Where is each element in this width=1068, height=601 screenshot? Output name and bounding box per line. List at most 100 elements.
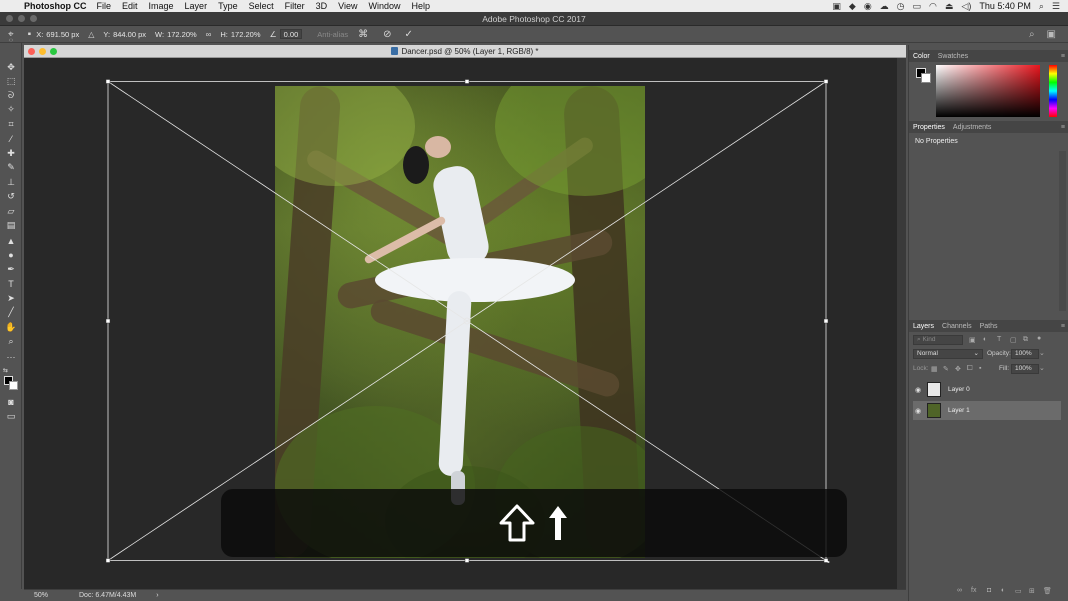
menu-image[interactable]: Image: [149, 1, 174, 11]
warp-mode-icon[interactable]: ⌘: [358, 29, 368, 40]
cancel-transform-icon[interactable]: ⊘: [383, 29, 391, 40]
angle-value-field[interactable]: 0.00: [279, 29, 303, 39]
app-menu[interactable]: Photoshop CC: [24, 1, 87, 11]
filter-pixel-icon[interactable]: ▣: [969, 336, 976, 344]
zoom-tool-icon[interactable]: ⌕: [3, 335, 19, 348]
fill-slider-icon[interactable]: ⌄: [1039, 364, 1045, 372]
new-group-icon[interactable]: ▭: [1015, 587, 1022, 595]
tab-channels[interactable]: Channels: [942, 323, 972, 330]
pen-tool-icon[interactable]: ✒: [3, 263, 19, 276]
tab-paths[interactable]: Paths: [980, 323, 998, 330]
status-menu-arrow[interactable]: ›: [156, 592, 158, 599]
layer-row-layer-0[interactable]: ◉ Layer 0: [913, 380, 1061, 399]
marquee-tool-icon[interactable]: ⬚: [3, 75, 19, 88]
gradient-tool-icon[interactable]: ▤: [3, 219, 19, 232]
transform-handle-left[interactable]: [105, 318, 111, 324]
color-panel-background-swatch[interactable]: [921, 73, 931, 83]
menu-file[interactable]: File: [97, 1, 112, 11]
lock-position-icon[interactable]: ✥: [955, 365, 961, 373]
tab-layers[interactable]: Layers: [913, 323, 934, 330]
clone-stamp-tool-icon[interactable]: ⊥: [3, 176, 19, 189]
hand-tool-icon[interactable]: ✋: [3, 321, 19, 334]
search-icon[interactable]: ⌕: [1029, 29, 1035, 40]
menu-help[interactable]: Help: [411, 1, 430, 11]
layer-style-icon[interactable]: fx: [971, 587, 976, 594]
lock-transparent-icon[interactable]: ▦: [931, 365, 938, 373]
minimize-document-button[interactable]: [39, 48, 46, 55]
filter-smart-object-icon[interactable]: ⧉: [1023, 336, 1028, 344]
wifi-icon[interactable]: ◠: [929, 1, 937, 12]
filter-toggle-icon[interactable]: ●: [1037, 335, 1041, 342]
opacity-field[interactable]: 100%: [1011, 349, 1039, 359]
visibility-eye-icon[interactable]: ◉: [913, 407, 923, 415]
new-adjustment-layer-icon[interactable]: ◐: [1001, 587, 1005, 594]
creative-cloud-icon[interactable]: ◉: [864, 1, 872, 12]
tab-adjustments[interactable]: Adjustments: [953, 124, 992, 131]
x-value-field[interactable]: 691.50 px: [46, 30, 79, 39]
link-icon[interactable]: ∞: [206, 30, 212, 39]
delete-layer-icon[interactable]: 🗑: [1043, 587, 1052, 595]
minimize-window-button[interactable]: [18, 15, 25, 22]
quick-mask-icon[interactable]: ◙: [3, 395, 19, 408]
doc-size-info[interactable]: Doc: 6.47M/4.43M: [79, 592, 136, 599]
menu-layer[interactable]: Layer: [185, 1, 208, 11]
zoom-document-button[interactable]: [50, 48, 57, 55]
filter-adjustment-icon[interactable]: ◐: [983, 336, 987, 343]
transform-handle-top-right[interactable]: [823, 79, 829, 84]
zoom-window-button[interactable]: [30, 15, 37, 22]
tab-color[interactable]: Color: [913, 53, 930, 60]
menu-edit[interactable]: Edit: [122, 1, 138, 11]
filter-shape-icon[interactable]: ▢: [1010, 336, 1017, 344]
toolbar-collapse-icon[interactable]: ‹›: [3, 34, 19, 47]
layer-name[interactable]: Layer 0: [948, 386, 970, 393]
move-tool-icon[interactable]: ✥: [3, 61, 19, 74]
more-tools-icon[interactable]: ···: [3, 350, 19, 363]
screen-mode-icon[interactable]: ▭: [3, 410, 19, 423]
canvas-area[interactable]: [24, 58, 897, 589]
filter-type-icon[interactable]: T: [997, 336, 1001, 343]
dodge-tool-icon[interactable]: ●: [3, 248, 19, 261]
transform-handle-right[interactable]: [823, 318, 829, 324]
spotlight-search-icon[interactable]: ⌕: [1039, 1, 1044, 12]
menubar-clock[interactable]: Thu 5:40 PM: [979, 1, 1031, 11]
document-tab-title[interactable]: Dancer.psd @ 50% (Layer 1, RGB/8) *: [401, 47, 538, 56]
lock-all-icon[interactable]: ▪: [979, 365, 981, 372]
new-layer-icon[interactable]: ⊞: [1029, 587, 1035, 595]
h-value-field[interactable]: 172.20%: [231, 30, 261, 39]
commit-transform-icon[interactable]: ✓: [405, 29, 413, 40]
dropbox-icon[interactable]: ◆: [849, 1, 856, 12]
history-brush-tool-icon[interactable]: ↺: [3, 190, 19, 203]
y-value-field[interactable]: 844.00 px: [113, 30, 146, 39]
panel-menu-icon[interactable]: ≡: [1061, 323, 1065, 330]
menu-window[interactable]: Window: [368, 1, 400, 11]
layer-filter-kind[interactable]: ⌕ Kind: [913, 335, 963, 345]
menu-3d[interactable]: 3D: [316, 1, 328, 11]
panel-menu-icon[interactable]: ≡: [1061, 53, 1065, 60]
background-color-swatch[interactable]: [9, 381, 18, 390]
w-value-field[interactable]: 172.20%: [167, 30, 197, 39]
lock-pixels-icon[interactable]: ✎: [943, 365, 949, 373]
crop-tool-icon[interactable]: ⌗: [3, 118, 19, 131]
blend-mode-select[interactable]: Normal ⌄: [913, 349, 983, 359]
fill-field[interactable]: 100%: [1011, 364, 1039, 374]
path-selection-tool-icon[interactable]: ➤: [3, 292, 19, 305]
line-tool-icon[interactable]: ╱: [3, 306, 19, 319]
eyedropper-tool-icon[interactable]: ⁄: [3, 132, 19, 145]
close-document-button[interactable]: [28, 48, 35, 55]
notification-center-icon[interactable]: ☰: [1052, 1, 1060, 12]
menu-type[interactable]: Type: [218, 1, 238, 11]
antialias-checkbox[interactable]: Anti-alias: [317, 30, 348, 39]
menu-view[interactable]: View: [338, 1, 357, 11]
lasso-tool-icon[interactable]: ᘐ: [3, 89, 19, 102]
transform-handle-bottom[interactable]: [464, 558, 470, 563]
transform-handle-top-left[interactable]: [105, 79, 111, 84]
transform-handle-top[interactable]: [464, 79, 470, 84]
healing-brush-tool-icon[interactable]: ✚: [3, 147, 19, 160]
magic-wand-tool-icon[interactable]: ✧: [3, 103, 19, 116]
blur-tool-icon[interactable]: ▲: [3, 234, 19, 247]
workspace-icon[interactable]: ▣: [1047, 29, 1056, 40]
time-machine-icon[interactable]: ◷: [897, 1, 905, 12]
screen-record-icon[interactable]: ▣: [832, 1, 841, 12]
lock-artboard-icon[interactable]: ⧠: [967, 365, 973, 373]
panel-menu-icon[interactable]: ≡: [1061, 124, 1065, 131]
